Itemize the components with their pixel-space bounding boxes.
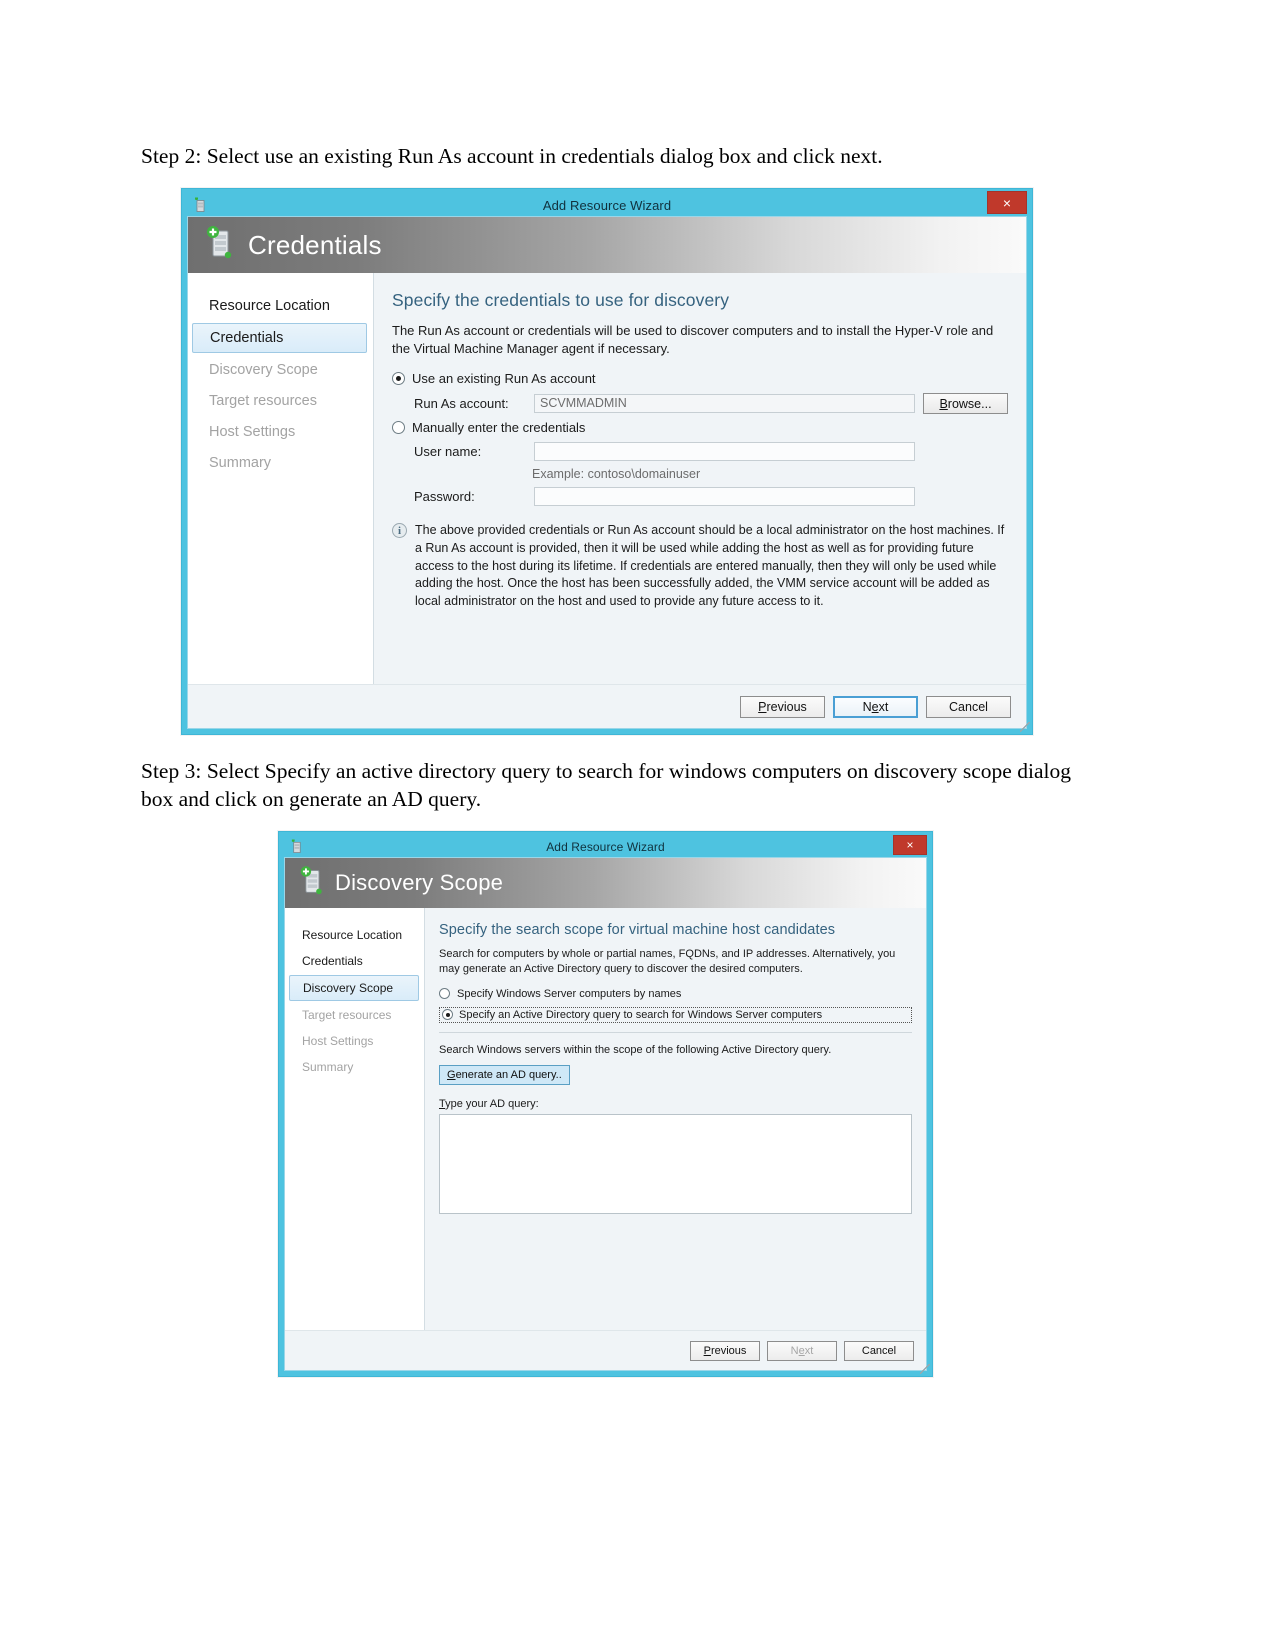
server-add-icon [205, 225, 235, 265]
previous-button[interactable]: Previous [740, 695, 825, 718]
wizard-step-nav: Resource Location Credentials Discovery … [188, 273, 374, 684]
wizard-header-banner: Discovery Scope [285, 858, 926, 908]
username-example-text: Example: contoso\domainuser [532, 467, 701, 482]
runas-account-input[interactable]: SCVMMADMIN [534, 394, 915, 414]
browse-button-label: rowse... [947, 396, 992, 411]
sidebar-item-credentials[interactable]: Credentials [289, 949, 419, 973]
window-title-bar: Add Resource Wizard × [187, 191, 1027, 216]
window-title: Add Resource Wizard [542, 197, 672, 213]
next-button: Ne xt [767, 1340, 837, 1361]
username-label: User name: [414, 444, 482, 460]
radio-use-existing-runas-label[interactable]: Use an existing Run As account [412, 371, 596, 386]
sidebar-item-target-resources[interactable]: Target resources [192, 387, 367, 415]
runas-account-row: Run As account: SCVMMADMIN Browse... [414, 393, 1008, 415]
wizard-body: Credentials Resource Location Credential… [187, 216, 1027, 729]
cancel-button[interactable]: Cancel [844, 1340, 914, 1361]
ad-query-label: Type your AD query: [439, 1097, 539, 1110]
add-resource-wizard-discovery-window: Add Resource Wizard × Discovery Scope Re… [278, 831, 933, 1377]
info-note-text: The above provided credentials or Run As… [415, 523, 1005, 609]
sidebar-item-resource-location[interactable]: Resource Location [192, 292, 367, 320]
radio-use-existing-runas[interactable] [392, 372, 405, 386]
sidebar-item-discovery-scope[interactable]: Discovery Scope [289, 975, 419, 1001]
separator [439, 1031, 912, 1033]
wizard-body: Discovery Scope Resource Location Creden… [284, 857, 927, 1371]
wizard-content-pane: Specify the search scope for virtual mac… [425, 908, 926, 1330]
password-input[interactable] [534, 487, 915, 507]
sidebar-item-summary[interactable]: Summary [192, 449, 367, 477]
sidebar-item-resource-location[interactable]: Resource Location [289, 923, 419, 947]
wizard-page-title: Discovery Scope [335, 870, 504, 895]
wizard-footer: Previous Ne xt Cancel [285, 1330, 926, 1370]
sidebar-item-host-settings[interactable]: Host Settings [289, 1029, 419, 1053]
wizard-header-banner: Credentials [188, 217, 1026, 273]
radio-manual-credentials-label[interactable]: Manually enter the credentials [412, 420, 585, 435]
info-icon: i [392, 523, 407, 539]
next-button[interactable]: Ne xt [833, 695, 918, 718]
wizard-main: Resource Location Credentials Discovery … [285, 908, 926, 1330]
password-label: Password: [414, 489, 475, 505]
password-row: Password: [414, 487, 1008, 507]
radio-specify-ad-query[interactable] [442, 1009, 453, 1021]
ad-query-textarea[interactable] [439, 1113, 912, 1214]
previous-button[interactable]: Previous [690, 1340, 760, 1361]
content-heading: Specify the search scope for virtual mac… [439, 922, 836, 938]
sidebar-item-target-resources[interactable]: Target resources [289, 1003, 419, 1027]
close-button[interactable]: × [987, 191, 1027, 214]
radio-specify-ad-query-label[interactable]: Specify an Active Directory query to sea… [459, 1009, 822, 1021]
wizard-footer: Previous Ne xt Cancel [188, 684, 1026, 728]
close-button[interactable]: × [893, 835, 927, 855]
server-icon [193, 197, 207, 213]
wizard-main: Resource Location Credentials Discovery … [188, 273, 1026, 684]
scope-description: Search Windows servers within the scope … [439, 1043, 832, 1056]
window-title: Add Resource Wizard [546, 840, 665, 854]
generate-ad-query-button[interactable]: Generate an AD query.. [439, 1064, 570, 1085]
window-title-bar: Add Resource Wizard × [284, 835, 927, 857]
runas-account-label: Run As account: [414, 396, 509, 412]
radio-row-use-existing-runas[interactable]: Use an existing Run As account [392, 371, 1008, 386]
resize-grip[interactable] [1020, 722, 1030, 732]
radio-specify-by-names[interactable] [439, 988, 450, 1000]
sidebar-item-discovery-scope[interactable]: Discovery Scope [192, 356, 367, 384]
resize-grip[interactable] [920, 1364, 930, 1374]
wizard-page-title: Credentials [248, 229, 382, 260]
sidebar-item-summary[interactable]: Summary [289, 1055, 419, 1079]
server-icon [290, 839, 304, 855]
radio-ad-query-focus-outline[interactable]: Specify an Active Directory query to sea… [439, 1006, 912, 1023]
info-note: i The above provided credentials or Run … [392, 522, 1008, 611]
sidebar-item-host-settings[interactable]: Host Settings [192, 418, 367, 446]
radio-specify-by-names-label[interactable]: Specify Windows Server computers by name… [457, 988, 681, 1000]
content-description: Search for computers by whole or partial… [439, 948, 896, 975]
username-input[interactable] [534, 442, 915, 462]
step-2-instruction: Step 2: Select use an existing Run As ac… [141, 144, 883, 168]
radio-row-manual-credentials[interactable]: Manually enter the credentials [392, 420, 1008, 435]
radio-row-specify-ad-query[interactable]: Specify an Active Directory query to sea… [439, 1006, 912, 1023]
sidebar-item-credentials[interactable]: Credentials [192, 323, 367, 353]
username-row: User name: [414, 442, 1008, 462]
radio-manual-credentials[interactable] [392, 421, 405, 435]
browse-button[interactable]: Browse... [923, 393, 1008, 415]
content-heading: Specify the credentials to use for disco… [392, 290, 730, 310]
wizard-content-pane: Specify the credentials to use for disco… [374, 273, 1026, 684]
server-add-icon [299, 865, 325, 901]
content-description: The Run As account or credentials will b… [392, 323, 994, 356]
step-3-instruction: Step 3: Select Specify an active directo… [141, 759, 1071, 811]
wizard-step-nav: Resource Location Credentials Discovery … [285, 908, 425, 1330]
add-resource-wizard-credentials-window: Add Resource Wizard × Credentials Resour… [181, 188, 1033, 735]
cancel-button[interactable]: Cancel [926, 695, 1011, 718]
radio-row-specify-by-names[interactable]: Specify Windows Server computers by name… [439, 988, 912, 1000]
